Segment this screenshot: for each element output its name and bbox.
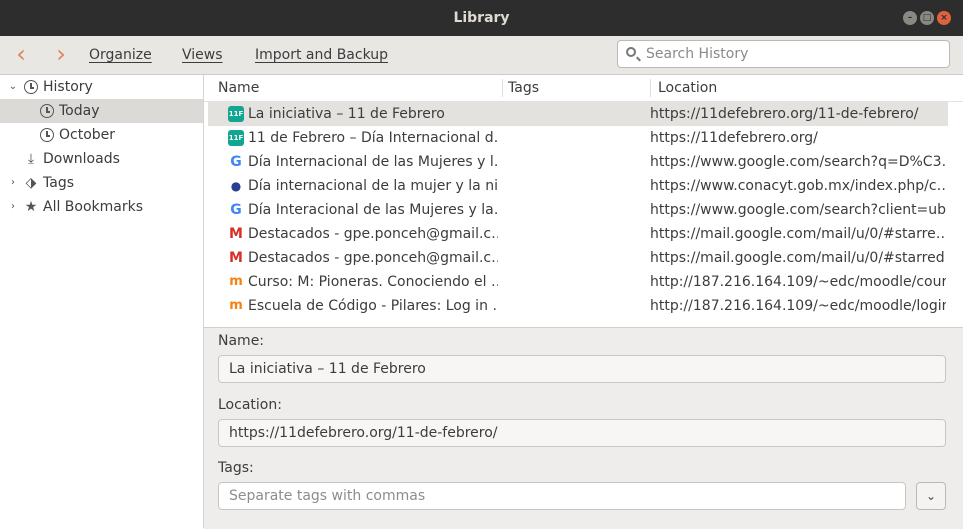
- name-label: Name:: [218, 333, 265, 349]
- collapse-twisty-icon[interactable]: ›: [7, 195, 19, 219]
- gmail-icon: M: [229, 226, 243, 242]
- sidebar: ⌄ History Today October ⤓ Downloads › ⬗ …: [0, 75, 204, 528]
- sidebar-item-label: Tags: [43, 175, 74, 191]
- table-row[interactable]: G Día Internacional de las Mujeres y l… …: [208, 150, 948, 174]
- close-icon[interactable]: ×: [937, 11, 951, 25]
- tags-label: Tags:: [218, 460, 254, 476]
- table-row[interactable]: M Destacados - gpe.ponceh@gmail.c… https…: [208, 222, 948, 246]
- gmail-icon: M: [229, 250, 243, 266]
- clock-icon: [24, 80, 38, 94]
- location-field[interactable]: https://11defebrero.org/11-de-febrero/: [218, 419, 946, 447]
- minimize-icon[interactable]: –: [903, 11, 917, 25]
- google-icon: G: [230, 154, 242, 170]
- column-header-name[interactable]: Name: [218, 75, 259, 101]
- maximize-icon[interactable]: □: [920, 11, 934, 25]
- row-name: Día Internacional de las Mujeres y l…: [248, 154, 498, 170]
- row-name: Curso: M: Pioneras. Conociendo el …: [248, 274, 498, 290]
- 11f-icon: 11F: [228, 106, 244, 122]
- sidebar-item-history[interactable]: ⌄ History: [0, 75, 203, 99]
- row-name: 11 de Febrero – Día Internacional d…: [248, 130, 498, 146]
- column-header-tags[interactable]: Tags: [508, 75, 539, 101]
- details-pane: Name: La iniciativa – 11 de Febrero Loca…: [204, 327, 963, 529]
- row-name: Destacados - gpe.ponceh@gmail.c…: [248, 226, 498, 242]
- tags-expand-button[interactable]: ⌄: [916, 482, 946, 510]
- row-location: https://11defebrero.org/11-de-febrero/: [650, 106, 919, 122]
- tags-input[interactable]: Separate tags with commas: [218, 482, 906, 510]
- row-name: Destacados - gpe.ponceh@gmail.c…: [248, 250, 498, 266]
- sidebar-item-tags[interactable]: › ⬗ Tags: [0, 171, 203, 195]
- row-location: https://www.google.com/search?q=D%C3…: [650, 154, 946, 170]
- sidebar-item-downloads[interactable]: ⤓ Downloads: [0, 147, 203, 171]
- tag-icon: ⬗: [25, 175, 37, 191]
- sidebar-item-label: Today: [59, 103, 100, 119]
- search-input[interactable]: Search History: [617, 40, 950, 68]
- sidebar-item-label: October: [59, 127, 116, 143]
- sidebar-item-label: Downloads: [43, 151, 120, 167]
- sidebar-item-today[interactable]: Today: [0, 99, 203, 123]
- table-row[interactable]: ● Día internacional de la mujer y la ni……: [208, 174, 948, 198]
- expand-twisty-icon[interactable]: ⌄: [7, 75, 19, 99]
- row-location: http://187.216.164.109/~edc/moodle/cour…: [650, 274, 946, 290]
- moodle-icon: m: [229, 274, 243, 289]
- row-location: https://www.google.com/search?client=ub…: [650, 202, 946, 218]
- row-location: https://mail.google.com/mail/u/0/#starre…: [650, 226, 946, 242]
- clock-icon: [40, 104, 54, 118]
- table-row[interactable]: 11F La iniciativa – 11 de Febrero https:…: [208, 102, 948, 126]
- window-title: Library: [453, 10, 510, 26]
- row-name: Escuela de Código - Pilares: Log in …: [248, 298, 498, 314]
- row-name: Día Interacional de las Mujeres y la…: [248, 202, 498, 218]
- star-icon: ★: [24, 199, 38, 215]
- collapse-twisty-icon[interactable]: ›: [7, 171, 19, 195]
- table-row[interactable]: G Día Interacional de las Mujeres y la… …: [208, 198, 948, 222]
- row-name: La iniciativa – 11 de Febrero: [248, 106, 445, 122]
- column-header-location[interactable]: Location: [658, 75, 717, 101]
- name-field[interactable]: La iniciativa – 11 de Febrero: [218, 355, 946, 383]
- table-row[interactable]: 11F 11 de Febrero – Día Internacional d……: [208, 126, 948, 150]
- search-icon: [626, 47, 636, 57]
- chevron-down-icon: ⌄: [925, 489, 937, 503]
- table-row[interactable]: M Destacados - gpe.ponceh@gmail.c… https…: [208, 246, 948, 270]
- sidebar-item-label: History: [43, 79, 93, 95]
- location-label: Location:: [218, 397, 282, 413]
- column-divider[interactable]: [650, 79, 651, 97]
- 11f-icon: 11F: [228, 130, 244, 146]
- search-placeholder: Search History: [646, 46, 749, 62]
- import-backup-menu[interactable]: Import and Backup: [255, 36, 388, 74]
- row-location: http://187.216.164.109/~edc/moodle/login…: [650, 298, 946, 314]
- moodle-icon: m: [229, 298, 243, 313]
- google-icon: G: [230, 202, 242, 218]
- download-icon: ⤓: [27, 151, 35, 167]
- sidebar-item-all-bookmarks[interactable]: › ★ All Bookmarks: [0, 195, 203, 219]
- table-header: Name Tags Location: [204, 75, 963, 102]
- conacyt-icon: ●: [230, 179, 242, 193]
- forward-arrow-icon[interactable]: ›: [48, 40, 74, 68]
- column-divider[interactable]: [502, 79, 503, 97]
- row-location: https://www.conacyt.gob.mx/index.php/c…: [650, 178, 946, 194]
- views-menu[interactable]: Views: [182, 36, 223, 74]
- organize-menu[interactable]: Organize: [89, 36, 152, 74]
- clock-icon: [40, 128, 54, 142]
- row-location: https://mail.google.com/mail/u/0/#starre…: [650, 250, 945, 266]
- sidebar-item-label: All Bookmarks: [43, 199, 144, 215]
- table-row[interactable]: m Curso: M: Pioneras. Conociendo el … ht…: [208, 270, 948, 294]
- sidebar-item-october[interactable]: October: [0, 123, 203, 147]
- history-table: Name Tags Location 11F La iniciativa – 1…: [204, 75, 963, 327]
- back-arrow-icon[interactable]: ‹: [8, 40, 34, 68]
- row-location: https://11defebrero.org/: [650, 130, 818, 146]
- row-name: Día internacional de la mujer y la ni…: [248, 178, 498, 194]
- title-bar: Library – □ ×: [0, 0, 963, 36]
- table-row[interactable]: m Escuela de Código - Pilares: Log in … …: [208, 294, 948, 318]
